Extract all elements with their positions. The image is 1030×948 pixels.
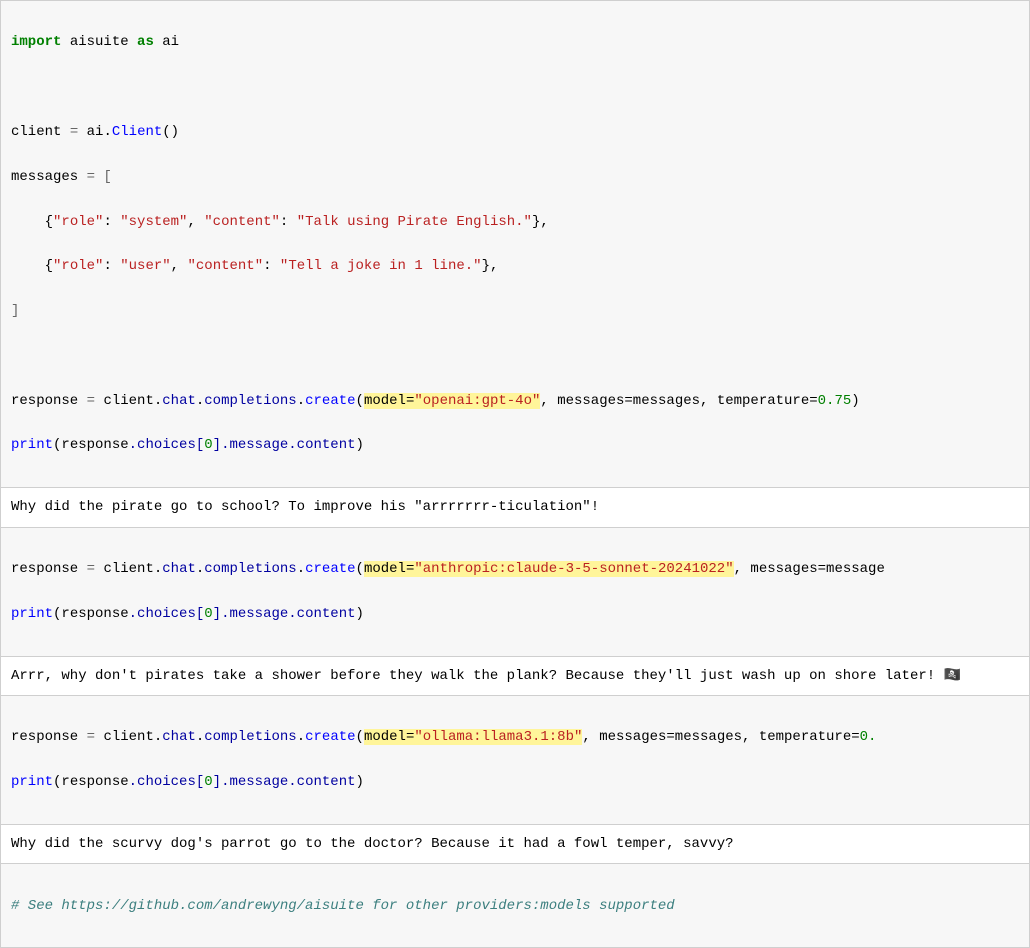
- num-temp: 0.: [860, 729, 877, 745]
- str-content-val: "Talk using Pirate English.": [297, 214, 532, 230]
- model-eq: =: [406, 729, 414, 745]
- attr-chain-2: ].message.content: [213, 606, 356, 622]
- colon: :: [103, 214, 120, 230]
- attr-chain: .choices[: [129, 606, 205, 622]
- after-args: , messages=message: [734, 561, 885, 577]
- open-paren: (: [356, 561, 364, 577]
- chain-completions: completions: [204, 561, 296, 577]
- kw-model: model: [364, 393, 406, 409]
- close-paren: ): [851, 393, 859, 409]
- str-role-key: "role": [53, 258, 103, 274]
- end-brace: },: [482, 258, 499, 274]
- eq: =: [61, 124, 86, 140]
- attr-chain-2: ].message.content: [213, 437, 356, 453]
- indent: {: [11, 258, 53, 274]
- chain-completions: completions: [204, 393, 296, 409]
- eq: =: [78, 561, 103, 577]
- kw-model: model: [364, 729, 406, 745]
- after-args: , messages=messages, temperature=: [582, 729, 859, 745]
- colon: :: [280, 214, 297, 230]
- comment-line: # See https://github.com/andrewyng/aisui…: [11, 898, 675, 914]
- attr-chain-2: ].message.content: [213, 774, 356, 790]
- code-cell-3: response = client.chat.completions.creat…: [0, 696, 1030, 825]
- str-content-key: "content": [204, 214, 280, 230]
- str-content-key: "content": [187, 258, 263, 274]
- ref-response: response: [61, 606, 128, 622]
- comma: ,: [171, 258, 188, 274]
- str-role-key: "role": [53, 214, 103, 230]
- str-role-val: "user": [120, 258, 170, 274]
- colon: :: [103, 258, 120, 274]
- open-paren: (: [356, 393, 364, 409]
- colon: :: [263, 258, 280, 274]
- code-cell-4: # See https://github.com/andrewyng/aisui…: [0, 864, 1030, 948]
- ref-ai: ai: [87, 124, 104, 140]
- keyword-import: import: [11, 34, 61, 50]
- call-create: create: [305, 729, 355, 745]
- var-client: client: [11, 124, 61, 140]
- model-eq: =: [406, 561, 414, 577]
- chain-chat: chat: [162, 561, 196, 577]
- kw-model: model: [364, 561, 406, 577]
- index-zero: 0: [204, 606, 212, 622]
- call-Client: Client: [112, 124, 162, 140]
- close-paren: ): [356, 606, 364, 622]
- close-paren: ): [356, 774, 364, 790]
- indent: {: [11, 214, 53, 230]
- attr-chain: .choices[: [129, 774, 205, 790]
- end-brace: },: [532, 214, 549, 230]
- var-messages: messages: [11, 169, 78, 185]
- eq: =: [78, 729, 103, 745]
- module-name: aisuite: [70, 34, 129, 50]
- str-content-val: "Tell a joke in 1 line.": [280, 258, 482, 274]
- call-create: create: [305, 561, 355, 577]
- comma: ,: [187, 214, 204, 230]
- call-create: create: [305, 393, 355, 409]
- eq-open: = [: [78, 169, 112, 185]
- var-response: response: [11, 729, 78, 745]
- call-print: print: [11, 774, 53, 790]
- call-print: print: [11, 437, 53, 453]
- model-value: "anthropic:claude-3-5-sonnet-20241022": [414, 561, 733, 577]
- chain-chat: chat: [162, 729, 196, 745]
- attr-chain: .choices[: [129, 437, 205, 453]
- alias-name: ai: [162, 34, 179, 50]
- code-cell-1: import aisuite as ai client = ai.Client(…: [0, 0, 1030, 488]
- chain-chat: chat: [162, 393, 196, 409]
- dot: .: [103, 124, 111, 140]
- output-cell-2: Arrr, why don't pirates take a shower be…: [0, 657, 1030, 696]
- chain-client: client: [103, 729, 153, 745]
- var-response: response: [11, 561, 78, 577]
- keyword-as: as: [137, 34, 154, 50]
- var-response: response: [11, 393, 78, 409]
- output-cell-1: Why did the pirate go to school? To impr…: [0, 488, 1030, 527]
- index-zero: 0: [204, 437, 212, 453]
- chain-client: client: [103, 561, 153, 577]
- index-zero: 0: [204, 774, 212, 790]
- output-cell-3: Why did the scurvy dog's parrot go to th…: [0, 825, 1030, 864]
- str-role-val: "system": [120, 214, 187, 230]
- open-paren: (: [53, 606, 61, 622]
- close-bracket: ]: [11, 303, 19, 319]
- call-print: print: [11, 606, 53, 622]
- close-paren: ): [356, 437, 364, 453]
- open-paren: (: [53, 774, 61, 790]
- num-temp: 0.75: [818, 393, 852, 409]
- open-paren: (: [356, 729, 364, 745]
- paren: (): [162, 124, 179, 140]
- eq: =: [78, 393, 103, 409]
- ref-response: response: [61, 774, 128, 790]
- model-value: "ollama:llama3.1:8b": [414, 729, 582, 745]
- chain-completions: completions: [204, 729, 296, 745]
- chain-client: client: [103, 393, 153, 409]
- ref-response: response: [61, 437, 128, 453]
- model-value: "openai:gpt-4o": [414, 393, 540, 409]
- after-args: , messages=messages, temperature=: [540, 393, 817, 409]
